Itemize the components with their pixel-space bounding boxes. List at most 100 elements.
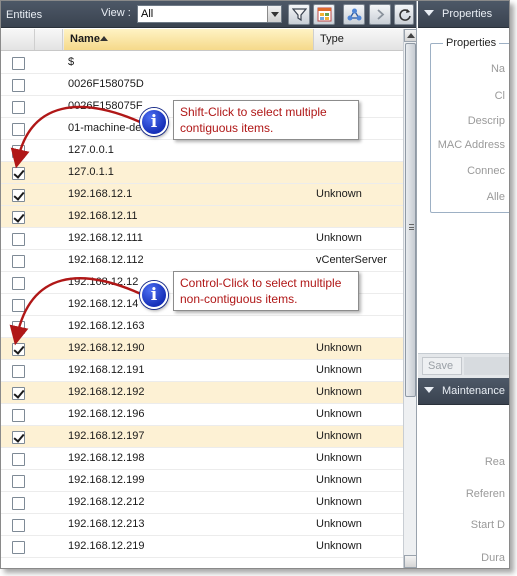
filter-icon [292,8,307,22]
row-checkbox[interactable] [12,453,25,466]
vertical-scrollbar[interactable] [403,29,416,568]
row-type: Unknown [316,452,362,464]
shift-click-callout: Shift-Click to select multiple contiguou… [173,100,359,140]
properties-header[interactable]: Properties [418,1,509,28]
table-row[interactable]: 192.168.12.213 Unknown [1,514,403,536]
row-name: $ [68,56,75,68]
row-type: Unknown [316,540,362,552]
connection-field-label: Connec [467,165,505,177]
row-type: Unknown [316,188,362,200]
allowed-field-label: Alle [486,191,505,203]
row-checkbox[interactable] [12,431,25,444]
type-header-label: Type [320,33,344,45]
info-icon: i [140,108,168,136]
row-type: Unknown [316,364,362,376]
control-click-text: Control-Click to select multiple non-con… [180,276,342,306]
reason-field-label: Rea [484,456,505,468]
row-name: 192.168.12.191 [68,364,145,376]
row-type: Unknown [316,386,362,398]
name-header-label: Name [70,33,100,45]
shift-click-text: Shift-Click to select multiple contiguou… [180,105,327,135]
row-checkbox[interactable] [12,365,25,378]
row-type: Unknown [316,474,362,486]
duration-field-label: Dura [481,552,505,564]
scroll-down-button[interactable] [404,555,416,568]
scroll-thumb[interactable] [405,43,416,397]
row-type: Unknown [316,408,362,420]
properties-header-label: Properties [442,8,493,20]
class-field-label: Cl [494,90,505,102]
row-name: 0026F158075D [68,78,144,90]
expand-button[interactable] [369,4,391,25]
row-checkbox[interactable] [12,497,25,510]
app-window: Entities View : All Name Type $ 0026F158… [0,0,510,569]
name-field-label: Na [490,63,505,75]
save-bar: Save [418,353,509,378]
control-click-arrow [9,277,142,346]
view-select-value: All [141,8,154,20]
row-type: Unknown [316,518,362,530]
entities-toolbar: Entities View : All [1,1,416,28]
row-type: vCenterServer [316,254,387,266]
refresh-button[interactable] [394,4,414,25]
maintenance-header[interactable]: Maintenance [418,378,509,405]
info-icon: i [140,281,168,309]
view-select[interactable]: All [137,5,282,23]
table-row[interactable]: $ [1,52,403,74]
properties-pane: Properties Properties Na Cl Descrip MAC … [418,1,509,568]
row-name: 192.168.12.219 [68,540,145,552]
type-column-header[interactable]: Type [315,29,403,50]
row-checkbox[interactable] [12,519,25,532]
shift-click-arrow [10,105,141,169]
grip-icon [409,224,414,230]
topology-button[interactable] [343,4,365,25]
control-click-callout: Control-Click to select multiple non-con… [173,271,359,311]
row-name: 192.168.12.199 [68,474,145,486]
row-checkbox[interactable] [12,387,25,400]
scroll-up-button[interactable] [404,29,416,42]
select-all-column[interactable] [1,29,35,50]
name-column-header[interactable]: Name [64,29,314,50]
table-row[interactable]: 192.168.12.199 Unknown [1,470,403,492]
chevron-down-icon [424,10,434,16]
table-row[interactable]: 192.168.12.196 Unknown [1,404,403,426]
chevron-down-icon[interactable] [267,6,281,22]
grid-header: Name Type [1,29,403,51]
entities-title: Entities [6,9,43,21]
row-type: Unknown [316,496,362,508]
grid-view-button[interactable] [313,4,335,25]
row-type: Unknown [316,232,362,244]
table-row[interactable]: 192.168.12.212 Unknown [1,492,403,514]
filter-button[interactable] [288,4,310,25]
row-name: 192.168.12.196 [68,408,145,420]
mac-address-field-label: MAC Address [437,139,505,151]
description-field-label: Descrip [467,115,505,127]
table-row[interactable]: 192.168.12.198 Unknown [1,448,403,470]
properties-group-title: Properties [443,37,500,49]
table-row[interactable]: 0026F158075D [1,74,403,96]
table-row[interactable]: 192.168.12.197 Unknown [1,426,403,448]
maintenance-header-label: Maintenance [442,385,505,397]
row-checkbox[interactable] [12,475,25,488]
row-type: Unknown [316,430,362,442]
reference-field-label: Referen [465,488,505,500]
table-row[interactable]: 192.168.12.191 Unknown [1,360,403,382]
start-date-field-label: Start D [470,519,505,531]
row-checkbox[interactable] [12,409,25,422]
row-name: 192.168.12.192 [68,386,145,398]
chevron-down-icon [424,387,434,393]
row-checkbox[interactable] [12,57,25,70]
row-name: 192.168.12.212 [68,496,145,508]
table-row[interactable]: 192.168.12.219 Unknown [1,536,403,558]
table-row[interactable]: 192.168.12.192 Unknown [1,382,403,404]
save-button[interactable]: Save [422,357,462,375]
table-icon [317,7,332,22]
refresh-icon [399,9,411,21]
row-checkbox[interactable] [12,541,25,554]
row-name: 192.168.12.213 [68,518,145,530]
network-icon [347,8,362,21]
row-name: 192.168.12.197 [68,430,145,442]
row-type: Unknown [316,342,362,354]
row-checkbox[interactable] [12,79,25,92]
view-label: View : [101,7,131,19]
